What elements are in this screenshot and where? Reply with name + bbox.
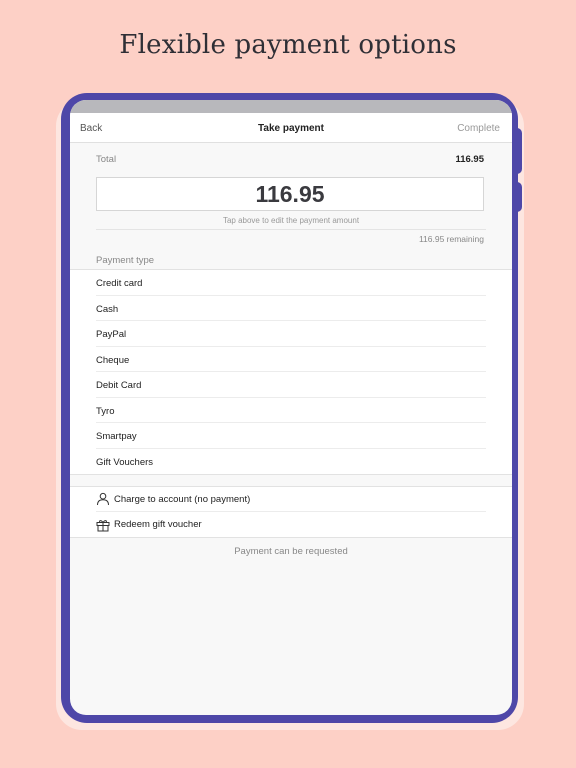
payment-request-note: Payment can be requested [234,546,348,557]
charge-to-account-button[interactable]: Charge to account (no payment) [96,487,486,512]
complete-button[interactable]: Complete [457,123,500,134]
payment-type-credit-card[interactable]: Credit card [96,270,486,296]
device-screen: Back Take payment Complete Total 116.95 … [70,100,512,715]
payment-type-cheque[interactable]: Cheque [96,347,486,372]
redeem-gift-voucher-button[interactable]: Redeem gift voucher [96,512,486,537]
payment-type-tyro[interactable]: Tyro [96,398,486,423]
payment-type-label: Payment type [96,255,155,266]
redeem-gift-voucher-label: Redeem gift voucher [114,519,202,530]
divider [96,229,486,230]
payment-type-gift-vouchers[interactable]: Gift Vouchers [96,449,486,475]
payment-type-debit-card[interactable]: Debit Card [96,372,486,398]
total-row: Total 116.95 [70,143,512,173]
payment-type-smartpay[interactable]: Smartpay [96,423,486,449]
remaining-amount: 116.95 remaining [418,234,484,244]
payment-type-paypal[interactable]: PayPal [96,321,486,347]
gift-icon [96,519,110,531]
total-value: 116.95 [455,154,484,165]
page-title: Take payment [258,123,324,134]
amount-hint: Tap above to edit the payment amount [222,216,360,225]
promo-headline: Flexible payment options [119,30,457,60]
payment-amount-field[interactable]: 116.95 [96,177,484,211]
payment-actions-list: Charge to account (no payment) Redeem gi… [70,486,512,538]
person-icon [97,492,109,506]
payment-type-cash[interactable]: Cash [96,296,486,321]
total-label: Total [96,154,117,165]
charge-to-account-label: Charge to account (no payment) [114,493,251,505]
navigation-bar: Back Take payment Complete [70,113,512,143]
payment-type-list: Credit card Cash PayPal Cheque Debit Car… [70,269,512,475]
status-bar [70,100,512,113]
